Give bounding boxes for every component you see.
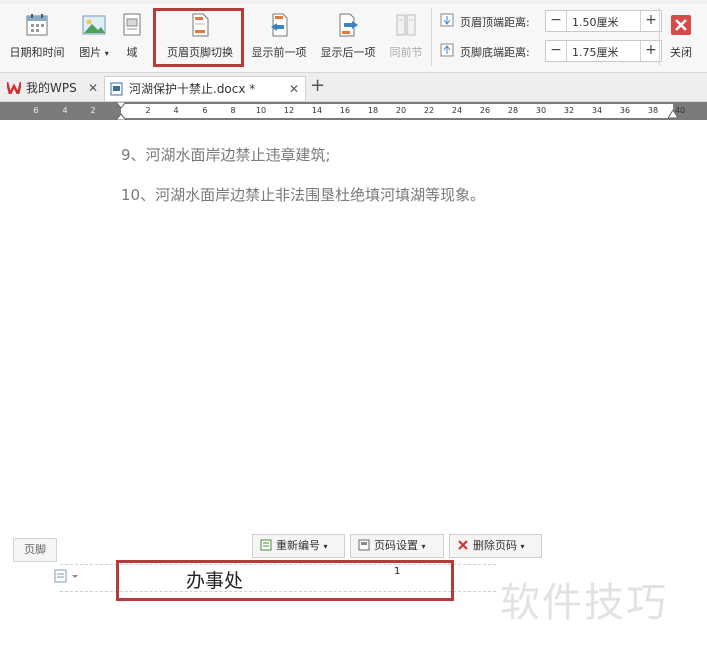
ruler-tick-label: 28: [507, 106, 519, 115]
ruler-tick-label: 12: [283, 106, 295, 115]
wps-logo-icon: [7, 82, 21, 94]
header-top-distance-value[interactable]: 1.50厘米: [568, 14, 642, 30]
ruler-tick-label: 22: [423, 106, 435, 115]
picture-button[interactable]: 图片 ▾: [74, 12, 114, 64]
picture-label: 图片: [79, 46, 102, 59]
date-time-button[interactable]: 日期和时间: [4, 12, 70, 64]
same-as-previous-button[interactable]: 同前节: [384, 12, 428, 64]
delete-page-number-label: 删除页码: [473, 539, 517, 552]
paragraph[interactable]: 10、河湖水面岸边禁止非法围垦杜绝填河填湖等现象。: [121, 184, 485, 205]
ruler-tick-label: 34: [591, 106, 603, 115]
highlight-box-footer: [116, 560, 454, 601]
tab-close-icon[interactable]: ✕: [289, 77, 299, 101]
renumber-button[interactable]: 重新编号 ▾: [252, 534, 345, 558]
footer-distance-icon: [440, 43, 454, 60]
footer-bottom-distance-stepper[interactable]: − 1.75厘米 +: [545, 40, 662, 62]
ruler-tick-label: 6: [202, 106, 208, 115]
chevron-down-icon: ▾: [323, 542, 328, 551]
ruler-tick-label: 30: [535, 106, 547, 115]
horizontal-ruler[interactable]: 6 4 2 2 4 6 8 10 12 14 16 18 20 22 24 26 28 30 32 34 36 38 40: [0, 102, 707, 122]
increase-button[interactable]: +: [640, 41, 661, 61]
ruler-tick-label: 16: [339, 106, 351, 115]
header-top-distance-row: 页眉顶端距离: − 1.50厘米 +: [438, 10, 663, 32]
renumber-label: 重新编号: [276, 539, 320, 552]
ruler-tick-label: 26: [479, 106, 491, 115]
page-number-settings-label: 页码设置: [374, 539, 418, 552]
same-as-previous-label: 同前节: [389, 46, 423, 59]
tab-document-label: 河湖保护十禁止.docx *: [129, 82, 256, 96]
ruler-tick-label: 36: [619, 106, 631, 115]
close-icon: [671, 15, 691, 35]
date-time-label: 日期和时间: [9, 46, 65, 59]
delete-page-number-button[interactable]: 删除页码 ▾: [449, 534, 542, 558]
toolbar-divider: [431, 8, 432, 66]
show-next-button[interactable]: 显示后一项: [315, 12, 381, 64]
tab-my-wps-label: 我的WPS: [26, 81, 77, 95]
show-next-label: 显示后一项: [320, 46, 376, 59]
tab-document[interactable]: 河湖保护十禁止.docx * ✕: [104, 76, 306, 101]
footer-bottom-distance-label: 页脚底端距离:: [460, 46, 530, 59]
field-label: 域: [126, 46, 138, 59]
ruler-tick-label: 38: [647, 106, 659, 115]
header-distance-icon: [440, 13, 454, 30]
show-previous-icon: [271, 13, 288, 37]
new-tab-plus-icon[interactable]: +: [310, 75, 325, 96]
ruler-tick-label: 2: [90, 106, 96, 115]
ribbon-toolbar: 日期和时间 图片 ▾ 域 页眉页脚切换 显示前一项 显示后一项 同前节 页眉顶端…: [0, 0, 707, 73]
field-icon: [123, 13, 141, 36]
page-number[interactable]: 1: [394, 566, 400, 577]
same-as-previous-icon: [396, 14, 416, 36]
ruler-tick-label: 14: [311, 106, 323, 115]
renumber-icon: [260, 539, 272, 551]
header-top-distance-stepper[interactable]: − 1.50厘米 +: [545, 10, 662, 32]
ruler-tick-label: 2: [145, 106, 151, 115]
show-next-icon: [339, 13, 358, 37]
page-settings-icon: [358, 539, 370, 551]
toolbar-divider: [659, 8, 660, 66]
ruler-tick-label: 32: [563, 106, 575, 115]
close-header-footer-button[interactable]: 关闭: [664, 12, 698, 64]
chevron-down-icon: ▾: [520, 542, 525, 551]
tab-close-icon[interactable]: ✕: [88, 76, 98, 100]
page-number-settings-button[interactable]: 页码设置 ▾: [350, 534, 444, 558]
ruler-tick-label: 4: [173, 106, 179, 115]
footer-bottom-distance-value[interactable]: 1.75厘米: [568, 44, 642, 60]
ruler-tick-label: 18: [367, 106, 379, 115]
footer-bottom-distance-row: 页脚底端距离: − 1.75厘米 +: [438, 40, 663, 62]
paragraph[interactable]: 9、河湖水面岸边禁止违章建筑;: [121, 144, 331, 165]
show-previous-label: 显示前一项: [251, 46, 307, 59]
show-previous-button[interactable]: 显示前一项: [246, 12, 312, 64]
field-button[interactable]: 域: [116, 12, 148, 64]
chevron-down-icon: ▾: [421, 542, 426, 551]
highlight-box-switch: [153, 8, 244, 67]
ribbon-top-strip: [0, 0, 707, 4]
footer-tag: 页脚: [13, 538, 57, 562]
picture-icon: [82, 15, 106, 35]
decrease-button[interactable]: −: [546, 11, 567, 31]
ruler-tick-label: 6: [33, 106, 39, 115]
ruler-tick-label: 24: [451, 106, 463, 115]
footer-text[interactable]: 办事处: [186, 566, 243, 593]
footer-options-icon[interactable]: [54, 569, 80, 583]
increase-button[interactable]: +: [640, 11, 661, 31]
chevron-down-icon: ▾: [104, 49, 109, 58]
document-icon: [110, 82, 123, 96]
ruler-tick-label: 4: [62, 106, 68, 115]
indent-marker-icon[interactable]: [115, 102, 127, 122]
header-top-distance-label: 页眉顶端距离:: [460, 16, 530, 29]
ruler-tick-label: 8: [230, 106, 236, 115]
watermark: 软件技巧: [500, 580, 668, 626]
delete-icon: [458, 540, 468, 550]
decrease-button[interactable]: −: [546, 41, 567, 61]
close-label: 关闭: [670, 46, 692, 59]
tab-my-wps[interactable]: 我的WPS ✕: [0, 76, 104, 100]
calendar-icon: [26, 14, 48, 36]
ruler-tick-label: 20: [395, 106, 407, 115]
right-indent-marker-icon[interactable]: [668, 110, 678, 120]
document-tab-bar: 我的WPS ✕ 河湖保护十禁止.docx * ✕ +: [0, 73, 707, 102]
ruler-tick-label: 10: [255, 106, 267, 115]
